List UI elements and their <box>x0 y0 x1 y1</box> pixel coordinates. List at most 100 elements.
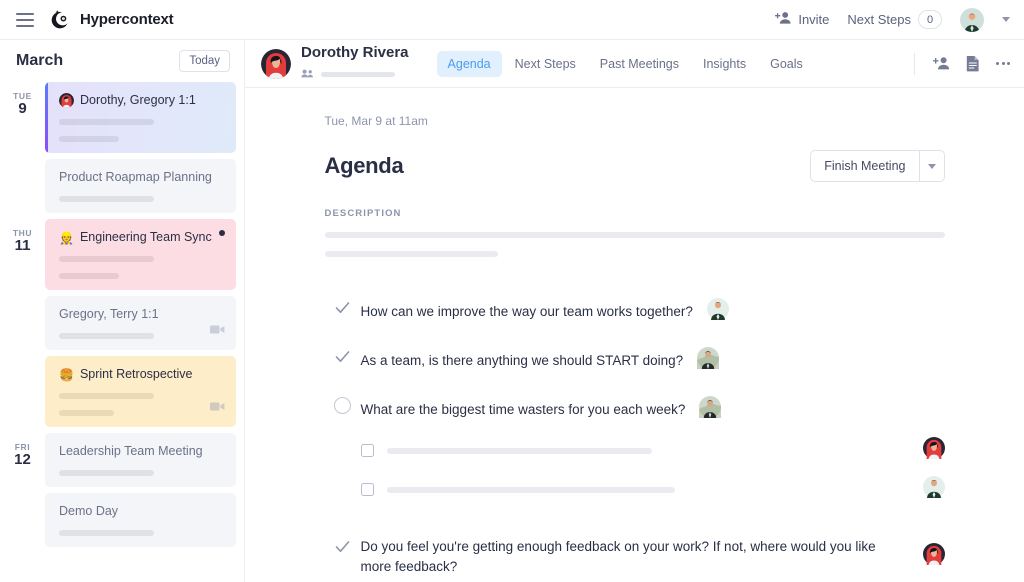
agenda-title-row: Agenda Finish Meeting <box>325 150 945 182</box>
agenda-item-body: How can we improve the way our team work… <box>361 298 945 325</box>
tab-past-meetings[interactable]: Past Meetings <box>589 51 690 77</box>
tab-insights[interactable]: Insights <box>692 51 757 77</box>
meeting-list-item[interactable]: 👷 Engineering Team Sync <box>45 219 236 290</box>
meeting-detail-placeholder <box>59 136 119 142</box>
description-label: DESCRIPTION <box>324 208 402 219</box>
video-camera-icon[interactable] <box>210 399 225 417</box>
day-meetings: Leadership Team Meeting Demo Day <box>45 433 244 553</box>
meeting-person: Dorothy Rivera <box>261 44 409 83</box>
account-chevron-down-icon[interactable] <box>1002 17 1010 22</box>
main-tabs[interactable]: Agenda Next Steps Past Meetings Insights Goa… <box>436 50 814 77</box>
sidebar: March Today TUE 9 Dorothy, Gregory 1:1 Pr… <box>0 40 245 582</box>
meeting-detail-placeholder <box>59 273 119 279</box>
main-header: Dorothy Rivera Agenda Next Steps Past Me… <box>245 40 1024 88</box>
day-meetings: Dorothy, Gregory 1:1 Product Roapmap Plan… <box>45 82 244 219</box>
meeting-list-item[interactable]: Leadership Team Meeting <box>45 433 236 487</box>
meeting-emoji: 🍔 <box>59 367 74 382</box>
agenda-item-avatar[interactable] <box>697 347 720 374</box>
meeting-list-item[interactable]: 🍔 Sprint Retrospective <box>45 356 236 427</box>
meeting-list-item[interactable]: Product Roapmap Planning <box>45 159 236 213</box>
video-camera-icon[interactable] <box>210 322 225 340</box>
people-icon <box>301 65 314 83</box>
add-person-icon[interactable] <box>933 56 950 71</box>
subitem-text-placeholder <box>386 447 652 454</box>
page-title: Agenda <box>324 153 404 178</box>
meeting-title: Gregory, Terry 1:1 <box>59 307 159 321</box>
invite-button[interactable]: Invite <box>775 11 829 28</box>
today-button[interactable]: Today <box>179 50 230 72</box>
meeting-detail-placeholder <box>59 410 114 416</box>
header-divider <box>914 52 915 75</box>
meeting-list-item[interactable]: Demo Day <box>45 493 236 547</box>
finish-meeting-button[interactable]: Finish Meeting <box>810 150 919 182</box>
crescent-moon-logo <box>50 9 72 31</box>
tab-goals[interactable]: Goals <box>759 51 814 77</box>
day-group: THU 11 👷 Engineering Team Sync Gregory, Ter… <box>0 219 244 433</box>
agenda-item-text: Do you feel you're getting enough feedba… <box>360 539 876 574</box>
agenda-item: As a team, is there anything we should S… <box>325 336 945 385</box>
next-steps-count-badge: 0 <box>918 10 942 29</box>
document-icon[interactable] <box>966 55 980 72</box>
meeting-title: Leadership Team Meeting <box>59 444 203 458</box>
day-meetings: 👷 Engineering Team Sync Gregory, Terry 1:1… <box>45 219 244 433</box>
unread-dot-icon <box>219 230 225 236</box>
agenda-item-body: Do you feel you're getting enough feedba… <box>361 537 945 576</box>
dorothy-avatar[interactable] <box>261 48 291 79</box>
agenda-item-avatar[interactable] <box>922 543 945 570</box>
description-line-placeholder <box>324 251 499 257</box>
tab-next-steps[interactable]: Next Steps <box>504 51 587 77</box>
meeting-title: 🍔 Sprint Retrospective <box>59 367 193 382</box>
agenda-item-avatar[interactable] <box>706 298 729 325</box>
participants-row <box>301 65 409 83</box>
meeting-title: 👷 Engineering Team Sync <box>59 230 212 245</box>
meeting-avatar <box>59 93 74 108</box>
day-marker: TUE 9 <box>0 82 45 219</box>
check-icon[interactable] <box>325 298 361 316</box>
meeting-person-name: Dorothy Rivera <box>301 43 409 61</box>
agenda-item: Do you feel you're getting enough feedba… <box>325 526 945 582</box>
meeting-detail-placeholder <box>59 119 154 125</box>
meeting-list[interactable]: TUE 9 Dorothy, Gregory 1:1 Product Roapma… <box>0 82 244 582</box>
subitem-avatar[interactable] <box>922 476 945 503</box>
more-options-icon[interactable] <box>996 62 1010 65</box>
top-bar: Hypercontext Invite Next Steps 0 <box>0 0 1024 40</box>
subitem-checkbox[interactable] <box>360 483 374 496</box>
invite-label: Invite <box>798 12 830 27</box>
meeting-detail-placeholder <box>59 470 154 476</box>
main-panel: Dorothy Rivera Agenda Next Steps Past Me… <box>245 40 1024 582</box>
agenda-subitem-list <box>360 437 945 503</box>
brand[interactable]: Hypercontext <box>50 9 174 31</box>
add-person-icon <box>775 11 791 28</box>
next-steps-button[interactable]: Next Steps 0 <box>847 10 942 29</box>
day-marker: FRI 12 <box>0 433 45 553</box>
meeting-title: Demo Day <box>59 504 119 518</box>
tab-agenda[interactable]: Agenda <box>436 50 502 77</box>
check-icon[interactable] <box>325 537 361 555</box>
check-icon[interactable] <box>325 347 361 365</box>
subitem-avatar[interactable] <box>922 437 945 464</box>
agenda-item: How can we improve the way our team work… <box>325 287 945 336</box>
agenda-item-avatar[interactable] <box>699 396 722 423</box>
meeting-list-item[interactable]: Gregory, Terry 1:1 <box>45 296 236 350</box>
finish-meeting-chevron-down-icon[interactable] <box>918 150 945 182</box>
description-line-placeholder <box>324 232 945 238</box>
agenda-subitem <box>360 437 945 464</box>
app-window: Hypercontext Invite Next Steps 0 March T… <box>0 0 1024 582</box>
day-number: 12 <box>14 451 31 468</box>
subitem-text-placeholder <box>386 486 675 493</box>
meeting-list-item[interactable]: Dorothy, Gregory 1:1 <box>45 82 236 153</box>
meeting-detail-placeholder <box>59 256 154 262</box>
agenda-item: What are the biggest time wasters for yo… <box>325 385 945 526</box>
subitem-checkbox[interactable] <box>360 444 374 457</box>
body: March Today TUE 9 Dorothy, Gregory 1:1 Pr… <box>0 40 1024 582</box>
hamburger-icon[interactable] <box>16 12 34 27</box>
meeting-detail-placeholder <box>59 530 154 536</box>
circle-unchecked-icon[interactable] <box>325 396 361 414</box>
account-avatar[interactable] <box>960 7 984 32</box>
brand-name: Hypercontext <box>80 11 174 28</box>
agenda-item-body: As a team, is there anything we should S… <box>361 347 945 374</box>
agenda-item-list: How can we improve the way our team work… <box>325 287 945 582</box>
finish-meeting-group: Finish Meeting <box>810 150 945 182</box>
next-steps-label: Next Steps <box>847 12 911 27</box>
day-number: 11 <box>14 237 31 254</box>
